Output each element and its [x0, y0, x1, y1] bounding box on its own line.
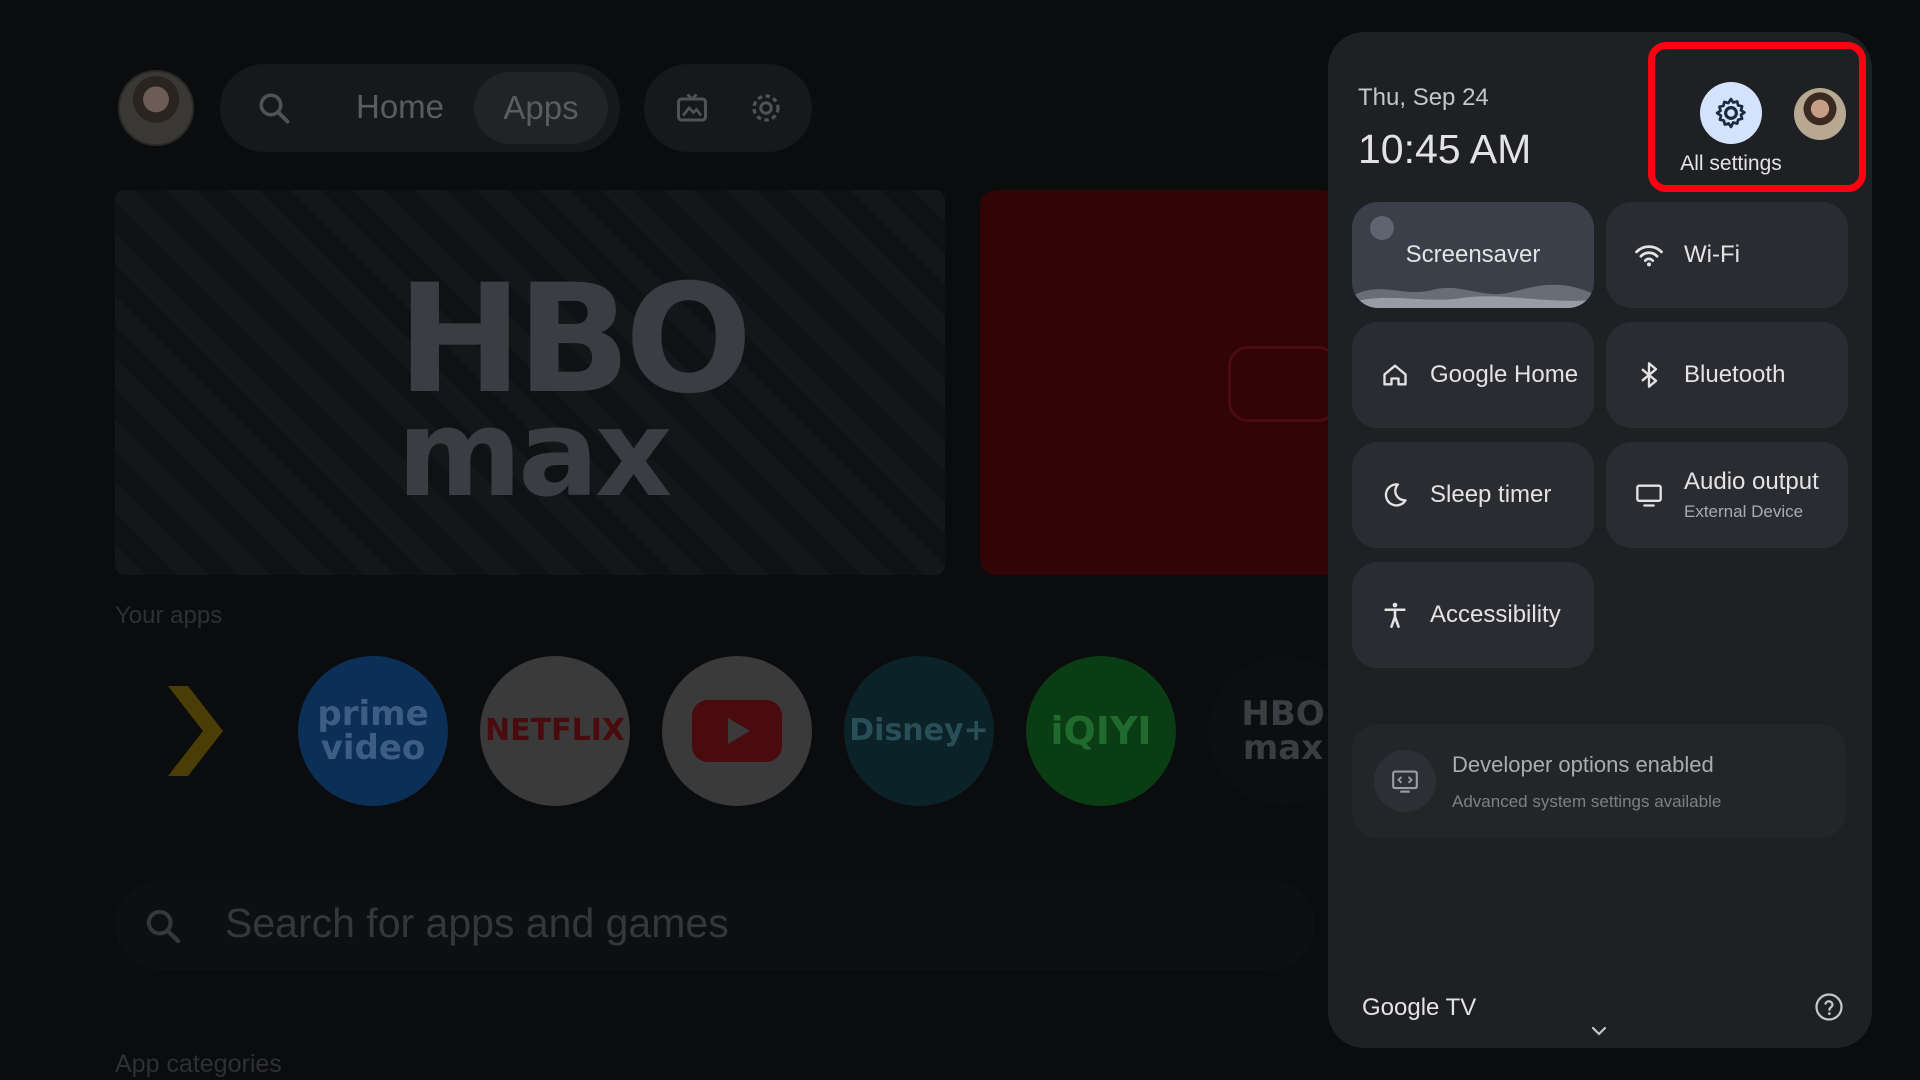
- google-home-label: Google Home: [1430, 361, 1579, 388]
- sleep-timer-tile[interactable]: Sleep timer: [1352, 442, 1594, 548]
- accessibility-icon: [1378, 598, 1412, 632]
- app-tile-label: iQIYI: [1050, 709, 1152, 753]
- tab-apps[interactable]: Apps: [474, 72, 608, 144]
- profile-avatar[interactable]: [118, 70, 194, 146]
- app-tile-label: prime video: [317, 694, 429, 768]
- youtube-play-icon: [692, 700, 782, 762]
- photo-frame-icon[interactable]: [674, 90, 710, 126]
- search-icon[interactable]: [256, 90, 292, 126]
- developer-subtitle: Advanced system settings available: [1452, 792, 1722, 811]
- google-home-tile[interactable]: Google Home: [1352, 322, 1594, 428]
- accessibility-label: Accessibility: [1430, 601, 1561, 628]
- bluetooth-label: Bluetooth: [1684, 361, 1786, 388]
- highlight-box: [1648, 42, 1866, 192]
- bluetooth-tile[interactable]: Bluetooth: [1606, 322, 1848, 428]
- app-tile-label: Disney+: [849, 713, 989, 748]
- audio-output-tile[interactable]: Audio output External Device: [1606, 442, 1848, 548]
- banner-logo-line1: HBO: [397, 253, 752, 427]
- home-icon: [1378, 358, 1412, 392]
- search-icon: [146, 909, 181, 944]
- top-actions: [644, 64, 812, 152]
- your-apps-heading: Your apps: [115, 602, 223, 629]
- wifi-icon: [1632, 238, 1666, 272]
- audio-output-label: Audio output: [1684, 468, 1819, 495]
- wifi-label: Wi-Fi: [1684, 241, 1740, 268]
- developer-title: Developer options enabled: [1452, 752, 1714, 777]
- google-tv-brand: Google TV: [1362, 994, 1477, 1021]
- accessibility-tile[interactable]: Accessibility: [1352, 562, 1594, 668]
- gear-icon[interactable]: [748, 90, 784, 126]
- monitor-icon: [1632, 478, 1666, 512]
- search-placeholder: Search for apps and games: [225, 900, 729, 946]
- banner-logo-line2: max: [397, 385, 672, 524]
- moon-icon: [1378, 478, 1412, 512]
- app-chevron-icon[interactable]: [118, 656, 268, 806]
- sleep-timer-label: Sleep timer: [1430, 481, 1552, 508]
- app-tile-youtube[interactable]: [662, 656, 812, 806]
- wifi-tile[interactable]: Wi-Fi: [1606, 202, 1848, 308]
- quick-settings-panel: Thu, Sep 24 10:45 AM All settings Screen…: [1328, 32, 1872, 1048]
- play-icon: [1228, 346, 1338, 422]
- app-tile-label: NETFLIX: [485, 713, 625, 748]
- tab-home[interactable]: Home: [356, 88, 444, 126]
- app-tile-prime-video[interactable]: prime video: [298, 656, 448, 806]
- chevron-down-icon[interactable]: [1590, 1024, 1608, 1038]
- app-tile-iqiyi[interactable]: iQIYI: [1026, 656, 1176, 806]
- wave-decoration: [1352, 284, 1594, 308]
- date-label: Thu, Sep 24: [1358, 84, 1489, 111]
- featured-banner[interactable]: HBO max: [115, 190, 945, 575]
- bluetooth-icon: [1632, 358, 1666, 392]
- app-categories-heading: App categories: [115, 1050, 282, 1078]
- app-tile-label: HBO max: [1241, 694, 1325, 768]
- featured-banner-secondary[interactable]: [980, 190, 1340, 575]
- time-label: 10:45 AM: [1358, 126, 1532, 172]
- app-tile-disney-[interactable]: Disney+: [844, 656, 994, 806]
- screensaver-tile[interactable]: Screensaver: [1352, 202, 1594, 308]
- top-navigation: Home Apps: [220, 64, 620, 152]
- app-search-bar[interactable]: Search for apps and games: [115, 880, 1315, 970]
- app-tile-netflix[interactable]: NETFLIX: [480, 656, 630, 806]
- audio-output-sublabel: External Device: [1684, 502, 1804, 521]
- screensaver-label: Screensaver: [1405, 241, 1541, 268]
- screensaver-indicator: [1370, 216, 1394, 240]
- help-icon[interactable]: [1814, 992, 1844, 1022]
- developer-icon: [1374, 750, 1436, 812]
- developer-options-card[interactable]: Developer options enabled Advanced syste…: [1352, 724, 1846, 838]
